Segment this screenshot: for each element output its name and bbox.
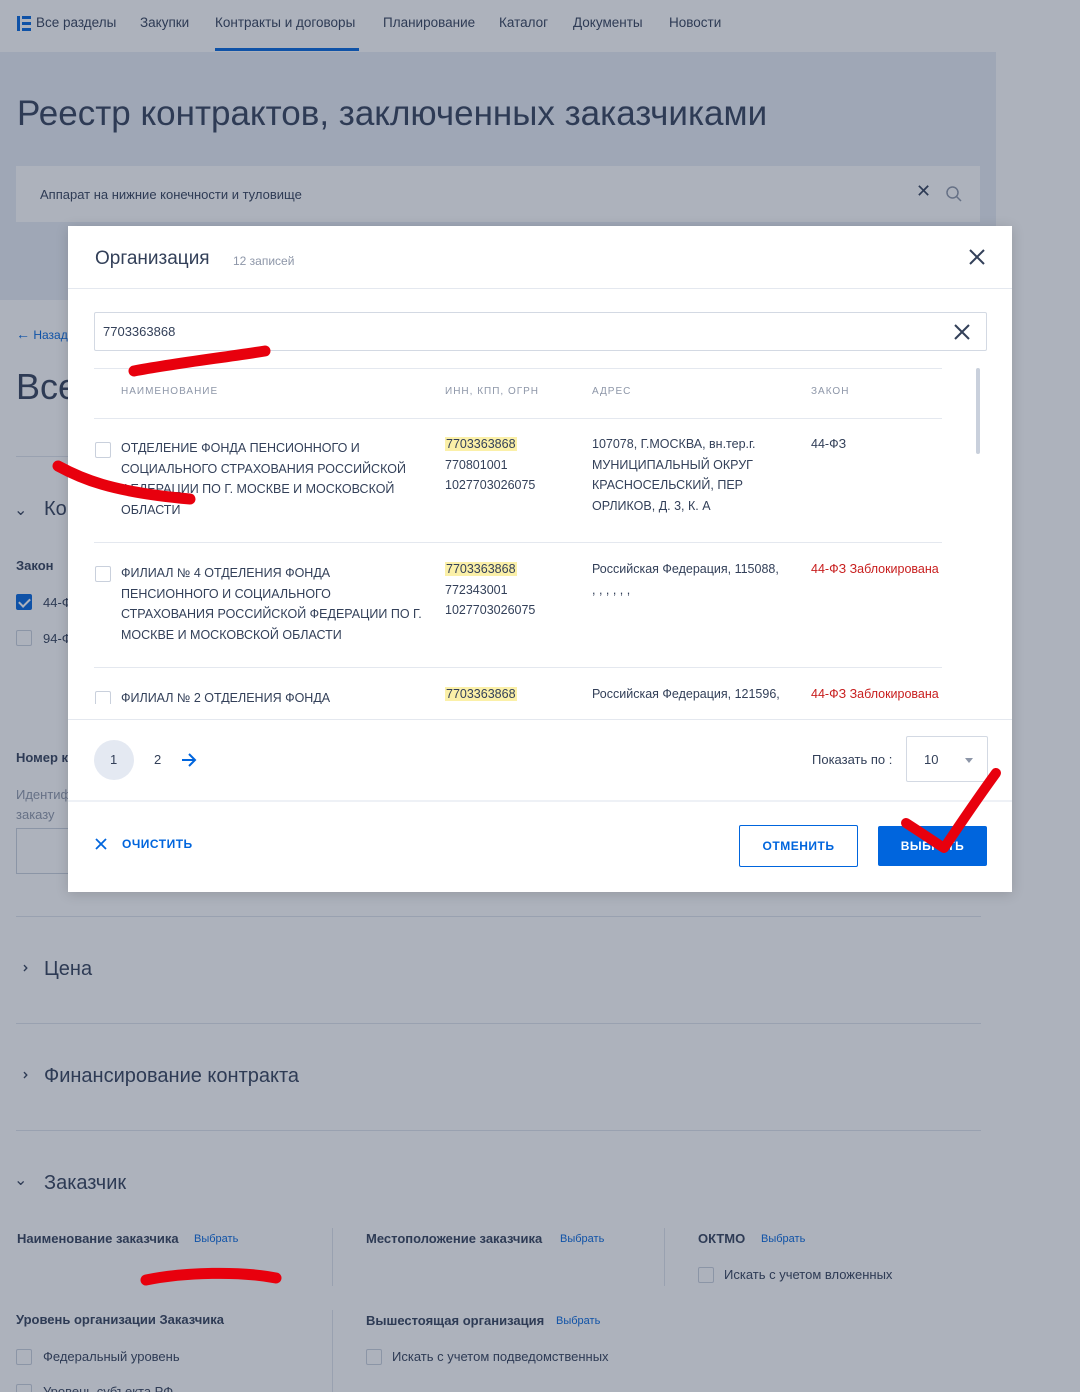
org-address: Российская Федерация, 121596, (592, 687, 780, 701)
arrow-right-icon[interactable] (180, 752, 198, 768)
per-page-value: 10 (924, 752, 939, 767)
org-address: Российская Федерация, 115088,, , , , , , (592, 562, 779, 597)
page-number: 1 (110, 752, 118, 767)
org-identifiers: 7703363868 770801001 1027703026075 (445, 437, 536, 492)
org-law: 44-ФЗ (811, 437, 847, 451)
organization-dialog: Организация 12 записей 7703363868 НАИМЕН… (68, 226, 1012, 892)
caret-down-icon (965, 758, 973, 763)
org-name: ФИЛИАЛ № 4 ОТДЕЛЕНИЯ ФОНДА ПЕНСИОННОГО И … (121, 566, 422, 642)
organization-search-input[interactable]: 7703363868 (94, 312, 987, 351)
table-scrollbar[interactable] (976, 368, 980, 454)
inn-highlight: 7703363868 (445, 562, 517, 576)
inn-highlight: 7703363868 (445, 687, 517, 701)
select-button[interactable]: ВЫБРАТЬ (878, 826, 987, 866)
clear-icon[interactable] (95, 838, 107, 850)
inn-highlight: 7703363868 (445, 437, 517, 451)
org-name: ОТДЕЛЕНИЕ ФОНДА ПЕНСИОННОГО И СОЦИАЛЬНОГО… (121, 441, 406, 517)
row-checkbox[interactable] (95, 566, 111, 582)
org-law-blocked: 44-ФЗ Заблокирована (811, 687, 939, 701)
org-law-blocked: 44-ФЗ Заблокирована (811, 562, 939, 576)
divider (68, 288, 1012, 289)
per-page-label: Показать по : (812, 752, 893, 767)
page-2-button[interactable]: 2 (154, 752, 161, 767)
row-checkbox[interactable] (95, 442, 111, 458)
dialog-title: Организация (95, 248, 210, 269)
cancel-button[interactable]: ОТМЕНИТЬ (739, 825, 858, 867)
page-1-button[interactable]: 1 (94, 740, 134, 780)
org-name: ФИЛИАЛ № 2 ОТДЕЛЕНИЯ ФОНДА (121, 691, 331, 704)
org-identifiers: 7703363868 (445, 684, 517, 704)
records-count: 12 записей (233, 254, 295, 268)
clear-icon[interactable] (953, 323, 971, 341)
close-icon[interactable] (966, 246, 988, 268)
results-table: ОТДЕЛЕНИЕ ФОНДА ПЕНСИОННОГО И СОЦИАЛЬНОГО… (68, 366, 1012, 704)
per-page-select[interactable]: 10 (906, 736, 988, 782)
divider (94, 542, 942, 543)
row-checkbox[interactable] (95, 691, 111, 704)
org-identifiers: 7703363868 772343001 1027703026075 (445, 562, 536, 617)
clear-button[interactable]: ОЧИСТИТЬ (122, 837, 193, 851)
organization-search-value: 7703363868 (103, 324, 176, 339)
divider (68, 800, 1012, 802)
divider (94, 667, 942, 668)
divider (68, 719, 1012, 720)
org-address: 107078, Г.МОСКВА, вн.тер.г. МУНИЦИПАЛЬНЫЙ… (592, 437, 756, 513)
